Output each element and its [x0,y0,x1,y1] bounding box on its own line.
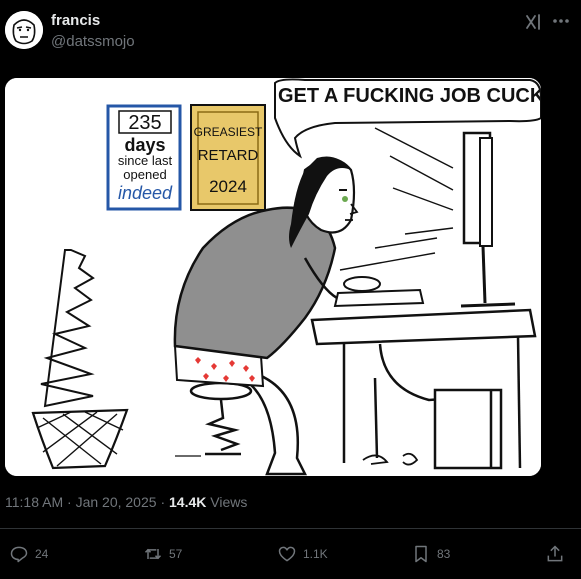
grok-button[interactable] [524,12,544,32]
plaque-line-3: 2024 [209,177,247,196]
sign-days-label: days [124,135,165,155]
repost-button[interactable]: 57 [143,540,182,568]
grok-icon [526,14,540,30]
comic-drawing: GET A FUCKING JOB CUCK 235 days since la… [5,78,541,476]
like-icon [278,546,296,562]
share-button[interactable] [545,540,565,568]
bookmark-button[interactable]: 83 [411,540,450,568]
action-bar: 24 57 1.1K 83 [0,540,581,570]
avatar[interactable] [5,11,43,49]
bookmark-icon [415,545,427,563]
indeed-logo: indeed [118,183,173,203]
plaque-line-2: RETARD [198,147,259,164]
post-image[interactable]: GET A FUCKING JOB CUCK 235 days since la… [5,78,541,476]
repost-icon [144,548,162,560]
post-header: francis @datssmojo [0,0,581,70]
share-icon [547,545,563,562]
divider [0,528,581,529]
views-label: Views [210,494,248,510]
author-handle[interactable]: @datssmojo [51,33,135,50]
bookmark-count: 83 [437,547,451,561]
reply-icon [10,546,28,563]
meta-separator: · [160,494,166,510]
avatar-face-icon [5,11,43,49]
post-meta: 11:18 AM · Jan 20, 2025 · 14.4K Views [5,494,247,510]
meta-separator: · [67,494,72,510]
author-name[interactable]: francis [51,12,100,29]
more-icon [553,19,569,23]
like-button[interactable]: 1.1K [277,540,328,568]
plaque-line-1: GREASIEST [194,125,263,139]
views-count: 14.4K [169,494,207,510]
repost-count: 57 [169,547,183,561]
sign-days-number: 235 [128,112,161,134]
reply-count: 24 [35,547,49,561]
post-time[interactable]: 11:18 AM [5,494,63,510]
post-date[interactable]: Jan 20, 2025 [76,494,157,510]
more-button[interactable] [550,10,572,32]
like-count: 1.1K [303,547,328,561]
award-plaque: GREASIEST RETARD 2024 [190,104,266,211]
sign-opened-label: opened [123,167,166,182]
reply-button[interactable]: 24 [9,540,48,568]
sign-since-label: since last [118,153,173,168]
indeed-sign: 235 days since last opened indeed [106,104,182,211]
eye-icon [342,196,348,202]
speech-text: GET A FUCKING JOB CUCK [278,85,541,107]
